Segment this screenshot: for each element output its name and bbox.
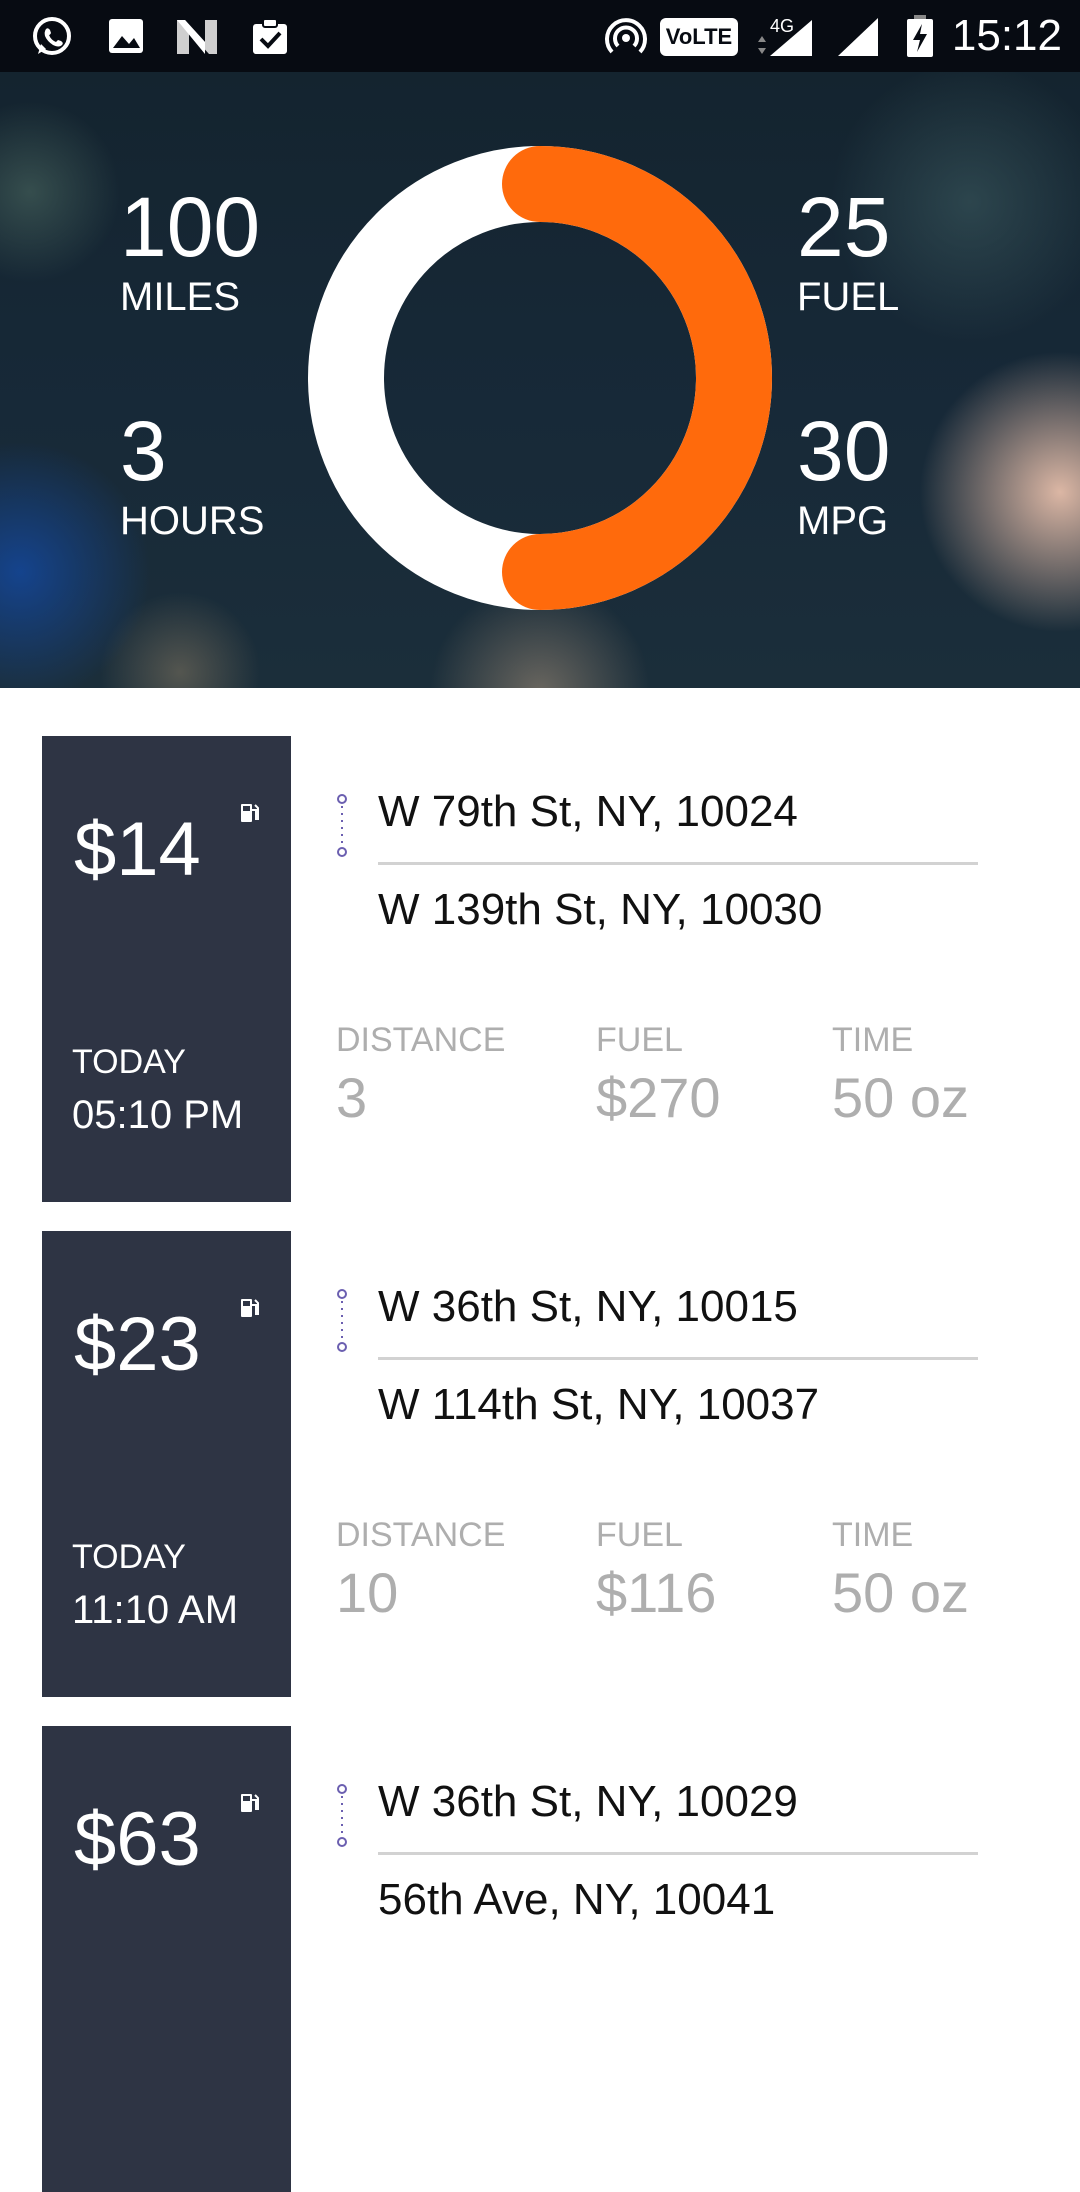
clock-time: 15:12 <box>951 11 1062 60</box>
clipboard-check-icon <box>248 14 292 58</box>
trip-price-panel: $14 TODAY 05:10 PM <box>42 736 291 1202</box>
trip-destination: 56th Ave, NY, 10041 <box>378 1875 776 1924</box>
trip-card[interactable]: $63 W 36th St, NY, 10029 56th Ave, NY, 1… <box>0 1726 1080 2192</box>
miles-label: MILES <box>120 275 241 319</box>
miles-stat: 100 MILES <box>120 182 260 320</box>
trip-price: $14 <box>74 807 201 892</box>
mpg-value: 30 <box>797 404 891 498</box>
address-divider <box>378 862 978 865</box>
time-metric: TIME 50 oz <box>832 1020 969 1130</box>
distance-metric: DISTANCE 3 <box>336 1020 505 1130</box>
time-value: 50 oz <box>832 1561 969 1624</box>
trip-destination: W 114th St, NY, 10037 <box>378 1380 820 1429</box>
trip-origin: W 36th St, NY, 10029 <box>378 1777 798 1826</box>
address-divider <box>378 1852 978 1855</box>
signal-4g-icon: 4G <box>748 14 828 58</box>
trip-price: $63 <box>74 1797 201 1882</box>
network-label: 4G <box>770 16 794 36</box>
signal-icon <box>836 14 880 58</box>
trip-card[interactable]: $23 TODAY 11:10 AM W 36th St, NY, 10015 … <box>0 1231 1080 1697</box>
fuel-cost-value: $270 <box>596 1066 721 1129</box>
trip-time: 11:10 AM <box>72 1588 239 1632</box>
fuel-value: 25 <box>797 180 891 274</box>
trip-day: TODAY <box>72 1043 186 1081</box>
trip-destination: W 139th St, NY, 10030 <box>378 885 823 934</box>
fuel-pump-icon <box>239 1297 261 1319</box>
ring-progress <box>502 146 772 610</box>
n-icon <box>175 14 219 58</box>
miles-value: 100 <box>120 180 261 274</box>
distance-value: 3 <box>336 1066 368 1129</box>
fuel-metric: FUEL $116 <box>596 1515 716 1625</box>
mpg-label: MPG <box>797 499 889 543</box>
route-dots-icon <box>337 1289 347 1352</box>
trip-origin: W 79th St, NY, 10024 <box>378 787 798 836</box>
status-bar: VoLTE 4G 15:12 <box>0 0 1080 72</box>
distance-label: DISTANCE <box>336 1021 506 1059</box>
route-dots-icon <box>337 794 347 857</box>
mpg-stat: 30 MPG <box>797 406 890 544</box>
trip-card[interactable]: $14 TODAY 05:10 PM W 79th St, NY, 10024 … <box>0 736 1080 1202</box>
trip-price: $23 <box>74 1302 201 1387</box>
progress-ring <box>308 146 772 610</box>
distance-metric: DISTANCE 10 <box>336 1515 505 1625</box>
fuel-cost-label: FUEL <box>596 1021 683 1059</box>
distance-value: 10 <box>336 1561 399 1624</box>
time-label: TIME <box>832 1021 914 1059</box>
gallery-icon <box>104 14 148 58</box>
fuel-stat: 25 FUEL <box>797 182 899 320</box>
hours-value: 3 <box>120 404 167 498</box>
time-label: TIME <box>832 1516 914 1554</box>
trip-price-panel: $23 TODAY 11:10 AM <box>42 1231 291 1697</box>
address-divider <box>378 1357 978 1360</box>
trip-time: 05:10 PM <box>72 1093 244 1137</box>
distance-label: DISTANCE <box>336 1516 506 1554</box>
hotspot-icon <box>604 14 648 58</box>
whatsapp-icon <box>30 14 74 58</box>
volte-icon: VoLTE <box>660 18 738 56</box>
hours-stat: 3 HOURS <box>120 406 264 544</box>
time-metric: TIME 50 oz <box>832 1515 969 1625</box>
route-dots-icon <box>337 1784 347 1847</box>
fuel-cost-label: FUEL <box>596 1516 683 1554</box>
trip-origin: W 36th St, NY, 10015 <box>378 1282 798 1331</box>
time-value: 50 oz <box>832 1066 969 1129</box>
trip-day: TODAY <box>72 1538 186 1576</box>
trip-summary-header: 100 MILES 3 HOURS 25 FUEL 30 MPG <box>0 72 1080 688</box>
fuel-pump-icon <box>239 802 261 824</box>
hours-label: HOURS <box>120 499 265 543</box>
fuel-pump-icon <box>239 1792 261 1814</box>
trip-price-panel: $63 <box>42 1726 291 2192</box>
fuel-cost-value: $116 <box>596 1561 717 1624</box>
fuel-label: FUEL <box>797 275 900 319</box>
fuel-metric: FUEL $270 <box>596 1020 721 1130</box>
battery-charging-icon <box>898 14 942 58</box>
